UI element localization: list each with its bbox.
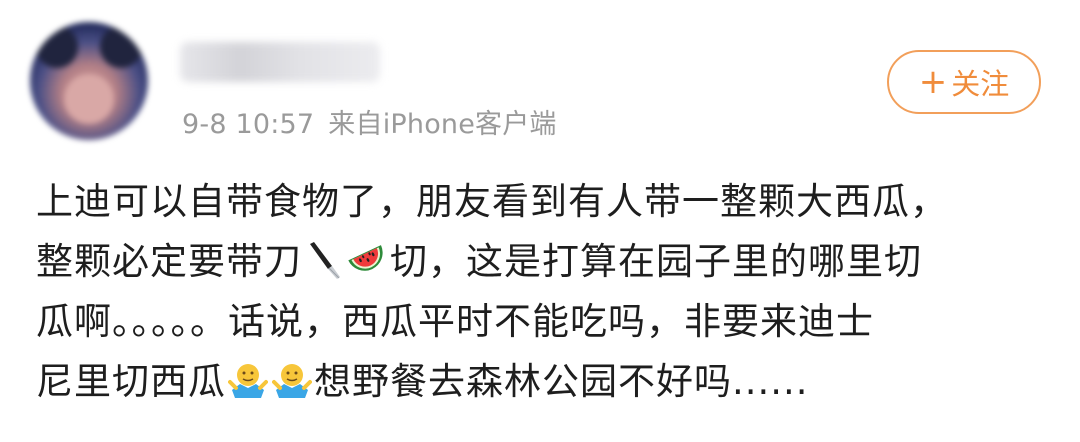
watermelon-icon — [348, 245, 383, 271]
content-text: 整颗必定要带刀 — [36, 240, 302, 283]
shrug-icon — [272, 364, 312, 398]
content-text: 尼里切西瓜 — [36, 360, 226, 403]
avatar-ear-right — [100, 26, 142, 68]
follow-button[interactable]: + 关注 — [887, 50, 1041, 114]
content-text: 瓜啊。。。。。话说，西瓜平时不能吃吗，非要来迪士 — [36, 300, 874, 343]
knife-icon — [310, 242, 340, 279]
content-text: 想野餐去森林公园不好吗...... — [314, 360, 809, 403]
content-line-4: 尼里切西瓜 想野餐去森林公园不好吗...... — [36, 352, 1056, 412]
plus-icon: + — [918, 62, 948, 102]
shrug-icon — [228, 364, 268, 398]
follow-button-label: 关注 — [951, 67, 1010, 101]
weibo-post: 9-8 10:57 来自iPhone客户端 + 关注 上迪可以自带食物了，朋友看到… — [0, 0, 1080, 442]
avatar[interactable] — [30, 22, 148, 140]
post-content: 上迪可以自带食物了，朋友看到有人带一整颗大西瓜， 整颗必定要带刀 切，这是打算在… — [36, 172, 1056, 412]
content-line-3: 瓜啊。。。。。话说，西瓜平时不能吃吗，非要来迪士 — [36, 292, 1056, 352]
content-text: 上迪可以自带食物了，朋友看到有人带一整颗大西瓜， — [36, 180, 948, 223]
post-timestamp: 9-8 10:57 — [182, 109, 315, 140]
avatar-face — [64, 74, 114, 124]
content-text: 切，这是打算在园子里的哪里切 — [390, 240, 922, 283]
avatar-ear-left — [36, 26, 78, 68]
content-line-1: 上迪可以自带食物了，朋友看到有人带一整颗大西瓜， — [36, 172, 1056, 232]
post-meta: 9-8 10:57 来自iPhone客户端 — [182, 102, 557, 141]
post-source: 来自iPhone客户端 — [328, 109, 557, 140]
username-blurred[interactable] — [180, 42, 380, 82]
content-line-2: 整颗必定要带刀 切，这是打算在园子里的哪里切 — [36, 232, 1056, 292]
